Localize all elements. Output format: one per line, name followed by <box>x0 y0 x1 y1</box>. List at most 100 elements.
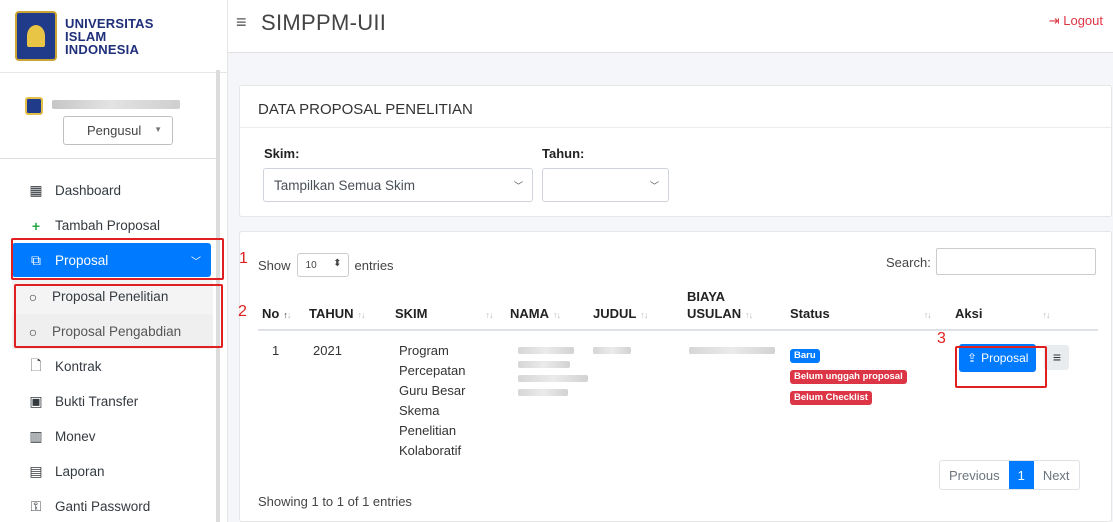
annotation-number-1: 1 <box>239 250 248 267</box>
cell-biaya <box>683 330 786 461</box>
col-biaya-usulan[interactable]: BIAYA USULAN ↑↓ <box>683 289 786 331</box>
topbar: ≡ SIMPPM-UII ⇥ Logout <box>228 0 1113 53</box>
sidebar-item-label: Ganti Password <box>55 499 151 514</box>
updown-icon: ⬍ <box>333 258 342 269</box>
redacted-text <box>518 361 570 368</box>
status-badge: Belum unggah proposal <box>790 370 907 384</box>
chevron-down-icon: ﹀ <box>513 181 523 191</box>
col-tahun[interactable]: TAHUN ↑↓ <box>305 289 391 331</box>
user-name-redacted <box>52 100 180 109</box>
chevron-down-icon: ▼ <box>154 125 162 134</box>
search-input[interactable] <box>936 248 1096 275</box>
hamburger-icon[interactable]: ≡ <box>236 12 247 33</box>
show-label: Show <box>258 257 291 273</box>
col-no[interactable]: No ↑↓ <box>258 289 305 331</box>
pagination-previous[interactable]: Previous <box>940 461 1009 489</box>
sidebar-item-label: Tambah Proposal <box>55 218 161 233</box>
cell-no: 1 <box>272 343 280 358</box>
grid-icon: ▦ <box>29 182 43 198</box>
annotation-number-2: 2 <box>238 303 247 320</box>
search-label: Search: <box>886 255 931 270</box>
annotation-box-3 <box>955 346 1047 388</box>
entries-label: entries <box>354 257 394 273</box>
card-title: DATA PROPOSAL PENELITIAN <box>240 86 1111 128</box>
sidebar-item-label: Monev <box>55 429 96 444</box>
file-icon: 🗋 <box>30 356 42 373</box>
app-title: SIMPPM-UII <box>261 10 387 35</box>
brand-line2: ISLAM <box>65 28 107 44</box>
sidebar-item-bukti-transfer[interactable]: ▣ Bukti Transfer <box>0 384 216 419</box>
cell-tahun: 2021 <box>313 343 342 358</box>
sidebar-item-monev[interactable]: ▥ Monev <box>0 419 216 454</box>
redacted-text <box>593 347 631 354</box>
skim-line: Program <box>399 343 449 358</box>
status-badge: Belum Checklist <box>790 391 872 405</box>
table-info: Showing 1 to 1 of 1 entries <box>258 494 412 509</box>
chevron-down-icon: ﹀ <box>649 181 659 191</box>
skim-line: Kolaboratif <box>399 443 462 458</box>
redacted-text <box>518 347 574 354</box>
sidebar-item-kontrak[interactable]: 🗋 Kontrak <box>0 349 216 384</box>
skim-line: Penelitian <box>399 423 457 438</box>
brand-line3: INDONESIA <box>65 41 140 57</box>
role-value: Pengusul <box>87 123 142 138</box>
annotation-box-1 <box>11 238 224 280</box>
sidebar-item-ganti-password[interactable]: ⚿ Ganti Password <box>0 489 216 522</box>
hamburger-icon: ≡ <box>1052 349 1062 365</box>
money-icon: ▣ <box>29 393 43 409</box>
sidebar-item-laporan[interactable]: ▤ Laporan <box>0 454 216 489</box>
logout-icon: ⇥ <box>1048 13 1064 28</box>
col-judul[interactable]: JUDUL ↑↓ <box>589 289 683 331</box>
cell-status: Baru Belum unggah proposal Belum Checkli… <box>786 330 951 461</box>
col-aksi[interactable]: Aksi ↑↓ <box>951 289 1098 331</box>
document-icon: ▤ <box>29 463 43 479</box>
sidebar-item-label: Dashboard <box>55 183 122 198</box>
role-select[interactable]: Pengusul ▼ <box>63 116 173 145</box>
avatar <box>25 97 43 115</box>
skim-line: Skema <box>399 403 440 418</box>
sidebar-item-label: Laporan <box>55 464 105 479</box>
col-status[interactable]: Status ↑↓ <box>786 289 951 331</box>
uii-logo-icon <box>15 11 57 61</box>
brand-line1: UNIVERSITAS <box>65 15 154 31</box>
pagination-next[interactable]: Next <box>1034 461 1079 489</box>
col-skim[interactable]: SKIM ↑↓ <box>391 289 506 331</box>
page: { "brand": {"line1": "UNIVERSITAS", "lin… <box>0 0 1113 522</box>
entries-value: 10 <box>305 259 317 271</box>
biaya-label: BIAYA <box>687 289 726 304</box>
cell-nama <box>506 330 589 461</box>
more-menu-button[interactable]: ≡ <box>1044 344 1070 370</box>
status-badge: Baru <box>790 349 820 363</box>
key-icon: ⚿ <box>30 498 42 514</box>
main-content: DATA PROPOSAL PENELITIAN Skim: Tampilkan… <box>228 53 1113 522</box>
tahun-select[interactable]: ﹀ <box>542 168 669 202</box>
skim-value: Tampilkan Semua Skim <box>274 177 416 193</box>
entries-select[interactable]: 10 ⬍ <box>296 253 349 277</box>
table-header-row: No ↑↓ TAHUN ↑↓ SKIM ↑↓ NAMA ↑↓ JUDUL ↑↓ BIAYA… <box>258 289 1098 331</box>
length-control: Show 10 ⬍ entries <box>258 253 394 277</box>
annotation-number-3: 3 <box>937 330 946 347</box>
brand[interactable]: UNIVERSITAS ISLAM INDONESIA <box>0 0 227 73</box>
annotation-box-2 <box>14 284 223 348</box>
skim-select[interactable]: Tampilkan Semua Skim ﹀ <box>263 168 533 202</box>
skim-label: Skim: <box>264 146 300 161</box>
cell-skim: Program Percepatan Guru Besar Skema Pene… <box>391 330 506 461</box>
redacted-text <box>689 347 775 354</box>
user-panel: Pengusul ▼ <box>0 73 216 159</box>
col-nama[interactable]: NAMA ↑↓ <box>506 289 589 331</box>
skim-line: Guru Besar <box>399 383 466 398</box>
pagination: Previous 1 Next <box>939 460 1080 490</box>
cell-judul <box>589 330 683 461</box>
logout-label: Logout <box>1063 13 1103 28</box>
brand-text: UNIVERSITAS ISLAM INDONESIA <box>65 17 154 56</box>
plus-icon: + <box>31 217 41 234</box>
filter-card: DATA PROPOSAL PENELITIAN Skim: Tampilkan… <box>239 85 1112 217</box>
tahun-label: Tahun: <box>542 146 585 161</box>
sidebar-item-dashboard[interactable]: ▦ Dashboard <box>0 173 216 208</box>
logout-link[interactable]: ⇥ Logout <box>1049 13 1103 29</box>
redacted-text <box>518 375 588 382</box>
skim-line: Percepatan <box>399 363 466 378</box>
pagination-page-1[interactable]: 1 <box>1008 461 1034 489</box>
redacted-text <box>518 389 568 396</box>
bar-chart-icon: ▥ <box>29 428 43 444</box>
